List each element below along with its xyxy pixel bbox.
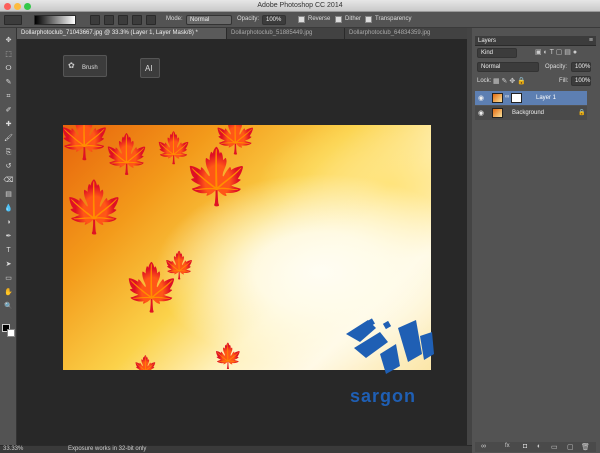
ai-tooltip: AI (140, 58, 160, 78)
lock-label: Lock: (477, 78, 492, 84)
layer-thumbnail (492, 108, 503, 118)
blend-mode-select[interactable]: Normal (477, 62, 539, 72)
angle-gradient-button[interactable] (118, 15, 128, 25)
dither-checkbox[interactable] (335, 16, 342, 23)
pen-icon[interactable]: ✒ (3, 232, 14, 241)
move-icon[interactable]: ✥ (3, 36, 14, 45)
leaf-image: 🍁 (133, 356, 158, 370)
reverse-label: Reverse (308, 16, 331, 22)
leaf-image: 🍁 (63, 179, 126, 235)
fx-icon[interactable]: fx (505, 443, 510, 449)
layer-opacity-label: Opacity: (545, 64, 568, 70)
brush-tip-label: Brush (82, 65, 98, 71)
marquee-icon[interactable]: ⬚ (3, 50, 14, 59)
reflected-gradient-button[interactable] (132, 15, 142, 25)
zoom-icon[interactable]: 🔍 (3, 302, 14, 311)
document-tabs: Dollarphotoclub_71043667.jpg @ 33.3% (La… (17, 28, 472, 39)
leaf-image: 🍁 (213, 343, 243, 370)
fill-label: Fill: (559, 78, 569, 84)
tools-panel: ✥ ⬚ ⵔ ✎ ⌗ ✐ ✚ 🖌 ⎘ ↺ ⌫ ▤ 💧 ◑ ✒ T ➤ ▭ ✋ 🔍 (0, 28, 17, 445)
leaf-image: 🍁 (155, 132, 193, 165)
lasso-icon[interactable]: ⵔ (3, 64, 14, 73)
layer-thumbnail (492, 93, 503, 103)
shape-icon[interactable]: ▭ (3, 274, 14, 283)
blur-icon[interactable]: 💧 (3, 204, 14, 213)
eraser-icon[interactable]: ⌫ (3, 176, 14, 185)
brush-tip-icon: ✿ (68, 61, 75, 70)
type-icon[interactable]: T (3, 246, 14, 255)
status-bar: 33.33% Exposure works in 32-bit only (0, 445, 472, 453)
status-message: Exposure works in 32-bit only (68, 446, 147, 452)
eyedropper-icon[interactable]: ✐ (3, 106, 14, 115)
adjustment-icon[interactable]: ◐ (537, 443, 541, 450)
opacity-input[interactable]: 100% (262, 15, 286, 25)
lock-icon: 🔒 (578, 110, 586, 116)
title-bar: Adobe Photoshop CC 2014 (0, 0, 600, 12)
options-bar: Mode: Normal Opacity: 100% Reverse Dithe… (0, 12, 600, 28)
transparency-checkbox[interactable] (365, 16, 372, 23)
reverse-checkbox[interactable] (298, 16, 305, 23)
folder-icon[interactable]: ▭ (551, 443, 558, 451)
chain-icon[interactable]: ∞ (505, 94, 509, 100)
brush-icon[interactable]: 🖌 (3, 134, 14, 143)
ai-tip-label: AI (145, 64, 153, 73)
opacity-label: Opacity: (237, 16, 260, 22)
dodge-icon[interactable]: ◑ (3, 218, 14, 227)
new-layer-icon[interactable]: ▢ (567, 443, 574, 451)
mode-select[interactable]: Normal (186, 15, 232, 25)
layer-mask-thumbnail[interactable] (511, 93, 522, 103)
path-select-icon[interactable]: ➤ (3, 260, 14, 269)
tab-document-1[interactable]: Dollarphotoclub_71043667.jpg @ 33.3% (La… (17, 28, 227, 39)
lock-icons[interactable]: ▦ ✎ ✥ 🔒 (493, 77, 526, 85)
leaf-image: 🍁 (163, 250, 196, 280)
clone-stamp-icon[interactable]: ⎘ (3, 148, 14, 157)
sargon-logo (346, 318, 434, 374)
quick-select-icon[interactable]: ✎ (3, 78, 14, 87)
brush-tooltip: ✿ Brush (63, 55, 107, 77)
gradient-icon[interactable]: ▤ (3, 190, 14, 199)
history-brush-icon[interactable]: ↺ (3, 162, 14, 171)
layer-row-layer-1[interactable]: ◉ ∞ Layer 1 (475, 91, 587, 105)
blend-row: Normal Opacity: 100% (475, 61, 596, 73)
dither-label: Dither (345, 16, 362, 22)
leaf-image: 🍁 (103, 134, 151, 176)
crop-icon[interactable]: ⌗ (3, 92, 14, 101)
hand-icon[interactable]: ✋ (3, 288, 14, 297)
zoom-level[interactable]: 33.33% (3, 446, 23, 452)
background-color-swatch[interactable] (7, 329, 15, 337)
link-layers-icon[interactable]: ∞ (481, 443, 486, 450)
lock-row: Lock: ▦ ✎ ✥ 🔒 Fill: 100% (475, 75, 596, 87)
watermark-text: sargon (350, 386, 417, 406)
layer-filter-row: Kind ▣ ◐ T ▢ ▤ ● (475, 47, 596, 59)
fill-input[interactable]: 100% (571, 76, 591, 86)
eye-icon[interactable]: ◉ (478, 94, 484, 102)
layers-footer: ∞ fx ◘ ◐ ▭ ▢ 🗑 (475, 442, 596, 452)
leaf-image: 🍁 (183, 147, 251, 207)
panel-menu-icon[interactable]: ≡ (589, 37, 593, 44)
layers-panel-header: Layers ≡ (475, 36, 596, 46)
leaf-image: 🍁 (213, 125, 258, 155)
healing-icon[interactable]: ✚ (3, 120, 14, 129)
diamond-gradient-button[interactable] (146, 15, 156, 25)
mode-label: Mode: (166, 16, 183, 22)
mask-icon[interactable]: ◘ (523, 443, 527, 450)
layer-opacity-input[interactable]: 100% (571, 62, 591, 72)
tab-document-2[interactable]: Dollarphotoclub_51885449.jpg (227, 28, 345, 39)
app-title: Adobe Photoshop CC 2014 (257, 2, 343, 9)
gradient-picker[interactable] (34, 15, 76, 25)
layer-row-background[interactable]: ◉ Background 🔒 (475, 106, 587, 120)
filter-icons: ▣ ◐ T ▢ ▤ ● (535, 49, 578, 56)
trash-icon[interactable]: 🗑 (581, 443, 590, 451)
eye-icon[interactable]: ◉ (478, 109, 484, 117)
layer-name: Layer 1 (536, 95, 557, 101)
filter-kind-select[interactable]: Kind (477, 48, 517, 58)
transparency-label: Transparency (375, 16, 412, 22)
radial-gradient-button[interactable] (104, 15, 114, 25)
layer-name: Background (512, 110, 545, 116)
linear-gradient-button[interactable] (90, 15, 100, 25)
panel-dock-strip (467, 28, 472, 445)
layers-tab[interactable]: Layers (478, 38, 496, 44)
tab-document-3[interactable]: Dollarphotoclub_64834359.jpg (345, 28, 472, 39)
tool-preset-picker[interactable] (4, 15, 22, 25)
